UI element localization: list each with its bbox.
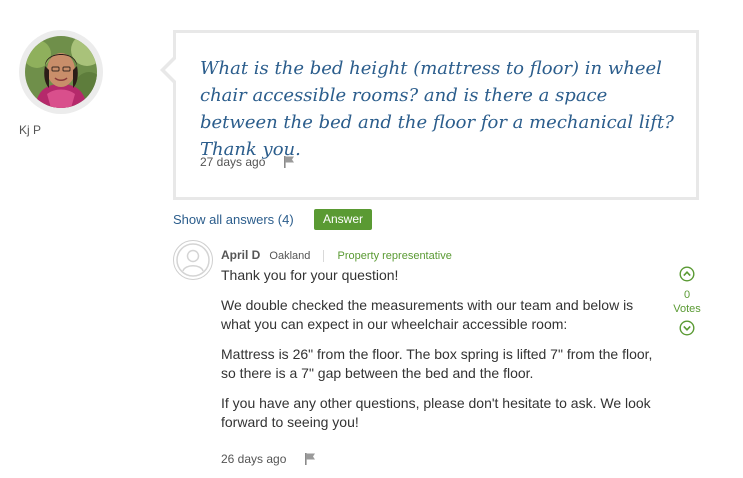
responder-name[interactable]: April D [221, 248, 260, 262]
question-text: What is the bed height (mattress to floo… [200, 58, 674, 160]
answer-paragraph: Thank you for your question! [221, 267, 399, 283]
asker-name[interactable]: Kj P [19, 123, 41, 137]
vote-label: Votes [673, 303, 701, 315]
answer-paragraph: Mattress is 26" from the floor. The box … [221, 346, 653, 381]
answer-button[interactable]: Answer [314, 209, 373, 230]
answer-body: Thank you for your question! We double c… [221, 266, 661, 443]
responder-role-badge: Property representative [337, 250, 452, 262]
vote-count: 0 [683, 289, 691, 301]
question-meta: 27 days ago [200, 155, 295, 171]
answer-paragraph: We double checked the measurements with … [221, 297, 634, 332]
answer-paragraph: If you have any other questions, please … [221, 395, 651, 430]
downvote-icon[interactable] [667, 320, 707, 339]
show-all-answers-link[interactable]: Show all answers (4) [173, 212, 294, 227]
answer-timestamp: 26 days ago [221, 452, 287, 467]
question-bubble-pointer-fill [165, 59, 176, 81]
asker-photo [25, 36, 97, 108]
vote-widget: 0 Votes [667, 266, 707, 339]
question-box: What is the bed height (mattress to floo… [173, 30, 699, 200]
default-avatar-icon[interactable] [173, 240, 213, 280]
flag-icon[interactable] [283, 155, 295, 171]
question-timestamp: 27 days ago [200, 155, 266, 170]
upvote-icon[interactable] [667, 266, 707, 285]
flag-icon[interactable] [304, 452, 316, 468]
avatar[interactable] [25, 36, 97, 108]
header-divider [323, 250, 325, 263]
responder-location: Oakland [269, 250, 311, 262]
answer-meta: 26 days ago [221, 452, 316, 468]
answer-header: April D Oakland Property representative [221, 248, 452, 263]
